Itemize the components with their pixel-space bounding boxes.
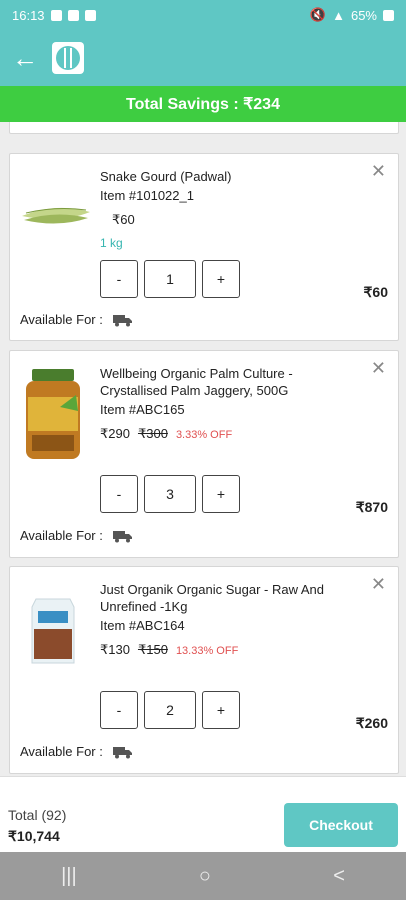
total-count-label: Total (92) (8, 807, 67, 823)
increase-qty-button[interactable]: + (202, 475, 240, 513)
battery-icon (383, 9, 394, 21)
product-sku: Item #ABC165 (100, 402, 185, 417)
status-bar: 16:13 🔇 ▲ 65% (0, 0, 406, 30)
increase-qty-button[interactable]: + (202, 260, 240, 298)
signal-icon: ▲ (332, 7, 345, 23)
product-name: Just Organik Organic Sugar - Raw And Unr… (100, 582, 324, 614)
back-arrow-icon[interactable]: ← (12, 45, 38, 71)
decrease-qty-button[interactable]: - (100, 475, 138, 513)
total-savings-banner: Total Savings : ₹234 (0, 86, 406, 122)
availability-row: Available For : (20, 744, 133, 759)
app-notification-icon (67, 9, 79, 21)
product-price: ₹60 (112, 212, 135, 227)
remove-item-icon[interactable]: ✕ (371, 359, 386, 377)
delivery-truck-icon (112, 530, 132, 542)
increase-qty-button[interactable]: + (202, 691, 240, 729)
quantity-stepper: - 3 + (100, 475, 240, 513)
delivery-truck-icon (112, 746, 132, 758)
decrease-qty-button[interactable]: - (100, 260, 138, 298)
product-unit: 1 kg (100, 236, 123, 250)
discount-label: 13.33% OFF (175, 645, 239, 657)
app-bar: ← (0, 30, 406, 86)
checkout-button[interactable]: Checkout (284, 803, 398, 847)
notification-icon (50, 9, 62, 21)
quantity-stepper: - 1 + (100, 260, 240, 298)
product-sku: Item #ABC164 (100, 618, 185, 633)
cart-item-card: ✕ Wellbeing Organic Palm Culture - Cryst… (9, 350, 399, 558)
decrease-qty-button[interactable]: - (100, 691, 138, 729)
cart-item-card: ✕ Just Organik Organic Sugar - Raw And U… (9, 566, 399, 774)
snake-gourd-image (22, 207, 90, 224)
qty-value[interactable]: 1 (144, 260, 196, 298)
product-name: Wellbeing Organic Palm Culture - Crystal… (100, 366, 293, 398)
remove-item-icon[interactable]: ✕ (371, 575, 386, 593)
battery-level: 65% (350, 7, 377, 23)
recents-icon[interactable]: ||| (61, 865, 77, 888)
cart-list[interactable]: ✕ Snake Gourd (Padwal) Item #101022_1 ₹6… (0, 122, 406, 776)
available-for-label: Available For : (20, 528, 103, 543)
quantity-stepper: - 2 + (100, 691, 240, 729)
product-mrp: ₹300 (137, 426, 168, 441)
available-for-label: Available For : (20, 744, 103, 759)
available-for-label: Available For : (20, 312, 103, 327)
app-logo-icon (52, 42, 84, 74)
line-total: ₹870 (355, 499, 388, 515)
mute-icon: 🔇 (309, 7, 327, 22)
product-price: ₹130 (100, 642, 130, 657)
back-icon[interactable]: < (333, 865, 345, 888)
line-total: ₹60 (363, 284, 388, 300)
home-icon[interactable]: ○ (199, 865, 211, 888)
cart-item-card-partial (9, 122, 399, 134)
checkout-bar: Total (92) ₹10,744 Checkout (0, 776, 406, 852)
discount-label: 3.33% OFF (175, 429, 233, 441)
line-total: ₹260 (355, 715, 388, 731)
total-amount: ₹10,744 (8, 828, 60, 844)
cart-item-card: ✕ Snake Gourd (Padwal) Item #101022_1 ₹6… (9, 153, 399, 341)
system-nav-bar: ||| ○ < (0, 852, 406, 900)
availability-row: Available For : (20, 312, 133, 327)
product-name: Snake Gourd (Padwal) (100, 169, 232, 184)
video-icon (84, 9, 96, 21)
availability-row: Available For : (20, 528, 133, 543)
organic-sugar-image (31, 598, 75, 664)
qty-value[interactable]: 3 (144, 475, 196, 513)
qty-value[interactable]: 2 (144, 691, 196, 729)
delivery-truck-icon (112, 314, 132, 326)
remove-item-icon[interactable]: ✕ (371, 162, 386, 180)
product-price: ₹290 (100, 426, 130, 441)
status-time: 16:13 (12, 7, 45, 23)
product-mrp: ₹150 (137, 642, 168, 657)
product-sku: Item #101022_1 (100, 188, 194, 203)
palm-jaggery-image (26, 369, 80, 459)
